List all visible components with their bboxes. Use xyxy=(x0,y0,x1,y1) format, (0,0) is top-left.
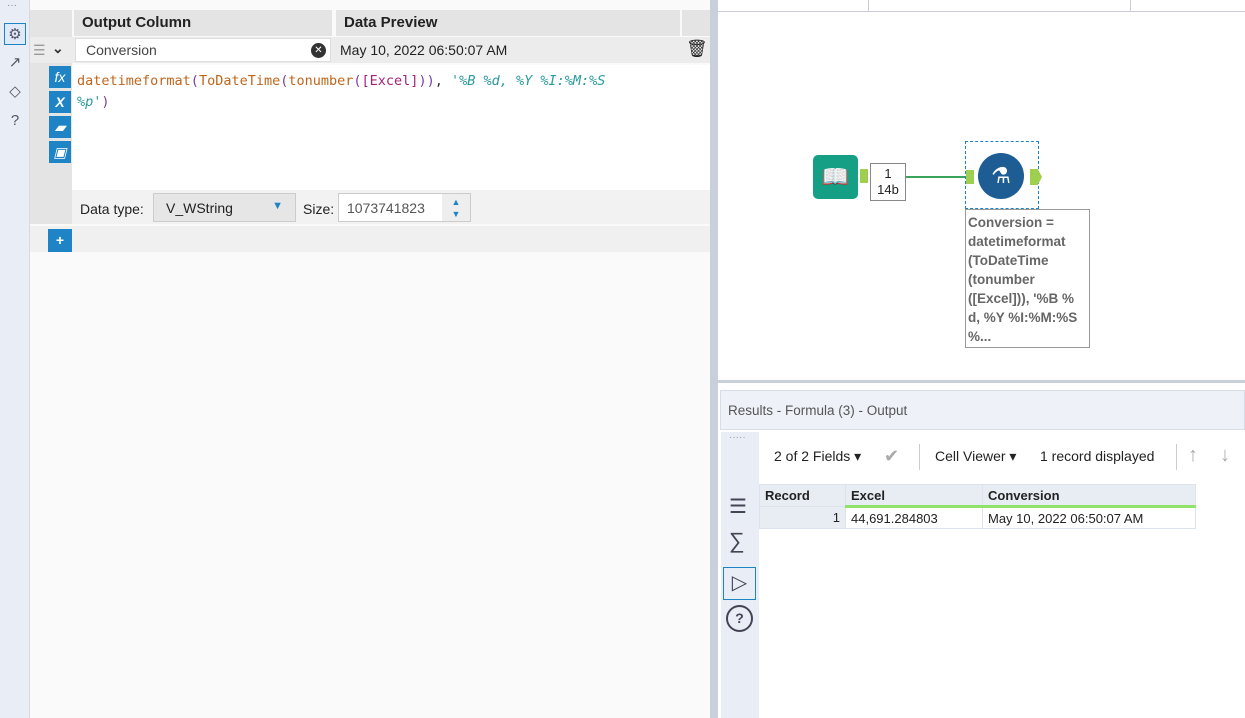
formula-tool-icon[interactable]: ⚗ xyxy=(978,153,1024,199)
excel-cell[interactable]: 44,691.284803 xyxy=(845,506,983,529)
panel-splitter[interactable] xyxy=(710,0,718,718)
help-icon[interactable]: ? xyxy=(4,110,26,132)
connection-record-count: 1 14b xyxy=(870,163,906,201)
cell-viewer-dropdown[interactable]: Cell Viewer ▾ xyxy=(935,448,1016,465)
check-icon[interactable]: ✔ xyxy=(884,446,899,467)
fields-dropdown[interactable]: 2 of 2 Fields ▾ xyxy=(774,448,861,465)
tag-icon[interactable]: ▷ xyxy=(723,567,756,600)
results-title: Results - Formula (3) - Output xyxy=(720,390,1245,430)
add-field-button[interactable]: + xyxy=(48,229,72,252)
chevron-down-icon[interactable]: ⌄ xyxy=(52,40,64,57)
dropdown-arrow-icon: ▼ xyxy=(272,200,283,212)
function-icon[interactable]: fx xyxy=(49,66,71,88)
arrow-up-icon[interactable]: ↑ xyxy=(1188,444,1198,467)
column-header-conversion[interactable]: Conversion xyxy=(982,484,1196,508)
help-icon[interactable]: ? xyxy=(726,605,753,632)
tool-annotation: Conversion = datetimeformat (ToDateTime (to… xyxy=(965,209,1090,348)
results-sidebar: ····· ☰ ∑ ▷ ? xyxy=(721,432,759,718)
output-anchor[interactable] xyxy=(860,169,868,183)
size-spinner[interactable]: ▲ ▼ xyxy=(442,194,470,221)
navigate-icon[interactable]: ↗ xyxy=(4,52,26,74)
data-type-select[interactable]: V_WString ▼ xyxy=(153,193,296,222)
save-icon[interactable]: ▣ xyxy=(49,141,71,163)
table-row[interactable]: 1 44,691.284803 May 10, 2022 06:50:07 AM xyxy=(759,506,1196,529)
metadata-icon[interactable]: ☰ xyxy=(729,494,747,519)
column-header-record[interactable]: Record xyxy=(759,484,846,507)
data-type-value: V_WString xyxy=(166,200,233,216)
data-type-label: Data type: xyxy=(80,201,144,217)
data-preview-value: May 10, 2022 06:50:07 AM xyxy=(340,42,508,58)
arrow-down-icon[interactable]: ↓ xyxy=(1220,444,1230,467)
sum-icon[interactable]: ∑ xyxy=(729,528,745,554)
drag-handle-icon[interactable]: ☰ xyxy=(33,42,46,59)
output-column-input[interactable]: Conversion ✕ xyxy=(75,38,331,62)
output-column-value: Conversion xyxy=(86,42,157,58)
output-anchor[interactable] xyxy=(1030,169,1042,185)
conversion-cell[interactable]: May 10, 2022 06:50:07 AM xyxy=(982,506,1196,529)
results-panel: Results - Formula (3) - Output ····· ☰ ∑… xyxy=(718,386,1245,718)
config-sidebar: ··· ⚙ ↗ ◇ ? xyxy=(0,0,30,718)
tag-icon[interactable]: ◇ xyxy=(4,81,26,103)
trash-icon[interactable]: 🗑 xyxy=(686,39,708,59)
grip-dots[interactable]: ··· xyxy=(7,0,17,11)
size-value: 1073741823 xyxy=(347,200,425,216)
clear-icon[interactable]: ✕ xyxy=(311,43,326,58)
variable-icon[interactable]: X xyxy=(49,91,71,113)
header-data-preview: Data Preview xyxy=(336,10,680,36)
size-label: Size: xyxy=(303,201,335,217)
results-table: Record Excel Conversion 1 44,691.284803 … xyxy=(759,484,1196,529)
input-data-tool-icon[interactable]: 📖 xyxy=(813,155,858,199)
header-output-column: Output Column xyxy=(74,10,332,36)
connection-line xyxy=(906,176,966,178)
size-input[interactable]: 1073741823 ▲ ▼ xyxy=(338,193,471,222)
gear-icon[interactable]: ⚙ xyxy=(4,23,26,45)
expression-editor[interactable]: datetimeformat(ToDateTime(tonumber([Exce… xyxy=(72,65,710,190)
column-header-excel[interactable]: Excel xyxy=(845,484,983,508)
open-folder-icon[interactable]: ▰ xyxy=(49,116,71,138)
record-cell: 1 xyxy=(759,506,846,529)
records-count: 1 record displayed xyxy=(1040,448,1155,464)
input-anchor[interactable] xyxy=(966,170,974,184)
workflow-canvas[interactable]: 📖 1 14b ⚗ Conversion = datetimeformat (ToDa… xyxy=(718,0,1245,383)
